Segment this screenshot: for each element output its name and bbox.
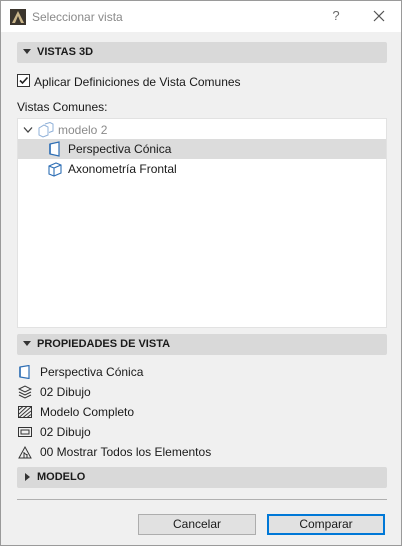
- select-view-dialog: Seleccionar vista ? VISTAS 3D Aplicar De…: [0, 0, 402, 546]
- perspective-view-icon: [19, 365, 30, 379]
- tree-item-label: Axonometría Frontal: [68, 162, 177, 176]
- property-value: 00 Mostrar Todos los Elementos: [40, 445, 212, 459]
- section-vistas-3d[interactable]: VISTAS 3D: [17, 42, 387, 63]
- footer-divider: [17, 499, 387, 500]
- close-icon: [373, 10, 385, 22]
- tree-root-row[interactable]: modelo 2: [18, 120, 386, 140]
- tree-item-axonometria-frontal[interactable]: Axonometría Frontal: [18, 159, 386, 179]
- model-folder-icon: [38, 122, 54, 138]
- apply-common-checkbox[interactable]: [17, 74, 30, 87]
- section-propiedades-de-vista[interactable]: PROPIEDADES DE VISTA: [17, 334, 387, 355]
- common-views-label: Vistas Comunes:: [17, 100, 108, 114]
- tree-item-perspectiva-conica[interactable]: Perspectiva Cónica: [18, 139, 386, 159]
- section-modelo[interactable]: MODELO: [17, 467, 387, 488]
- expand-arrow-icon: [23, 341, 31, 346]
- common-views-tree[interactable]: modelo 2 Perspectiva Cónica Axonometría …: [17, 118, 387, 328]
- archicad-app-icon: [10, 9, 26, 25]
- perspective-view-icon: [49, 141, 60, 157]
- tree-root-label: modelo 2: [58, 123, 108, 137]
- property-value: Perspectiva Cónica: [40, 365, 144, 379]
- axonometric-view-icon: [48, 162, 62, 177]
- help-button[interactable]: ?: [324, 5, 348, 27]
- window-title: Seleccionar vista: [32, 10, 123, 24]
- section-label: VISTAS 3D: [37, 46, 94, 58]
- layer-combination-icon: [18, 385, 32, 399]
- pen-set-icon: [18, 427, 32, 437]
- expand-arrow-icon: [23, 49, 31, 54]
- collapse-arrow-icon: [25, 473, 30, 481]
- checkmark-icon: [19, 76, 29, 85]
- renovation-filter-icon: [18, 445, 32, 459]
- close-button[interactable]: [365, 5, 393, 27]
- cancel-button[interactable]: Cancelar: [138, 514, 256, 535]
- model-view-options-icon: [18, 406, 32, 418]
- property-value: 02 Dibujo: [40, 385, 91, 399]
- section-label: PROPIEDADES DE VISTA: [37, 338, 171, 350]
- section-label: MODELO: [37, 471, 86, 483]
- property-value: Modelo Completo: [40, 405, 135, 419]
- title-bar: Seleccionar vista ?: [1, 1, 401, 32]
- apply-common-label[interactable]: Aplicar Definiciones de Vista Comunes: [34, 75, 241, 89]
- compare-button[interactable]: Comparar: [267, 514, 385, 535]
- chevron-down-icon[interactable]: [23, 126, 33, 134]
- tree-item-label: Perspectiva Cónica: [68, 142, 172, 156]
- property-value: 02 Dibujo: [40, 425, 91, 439]
